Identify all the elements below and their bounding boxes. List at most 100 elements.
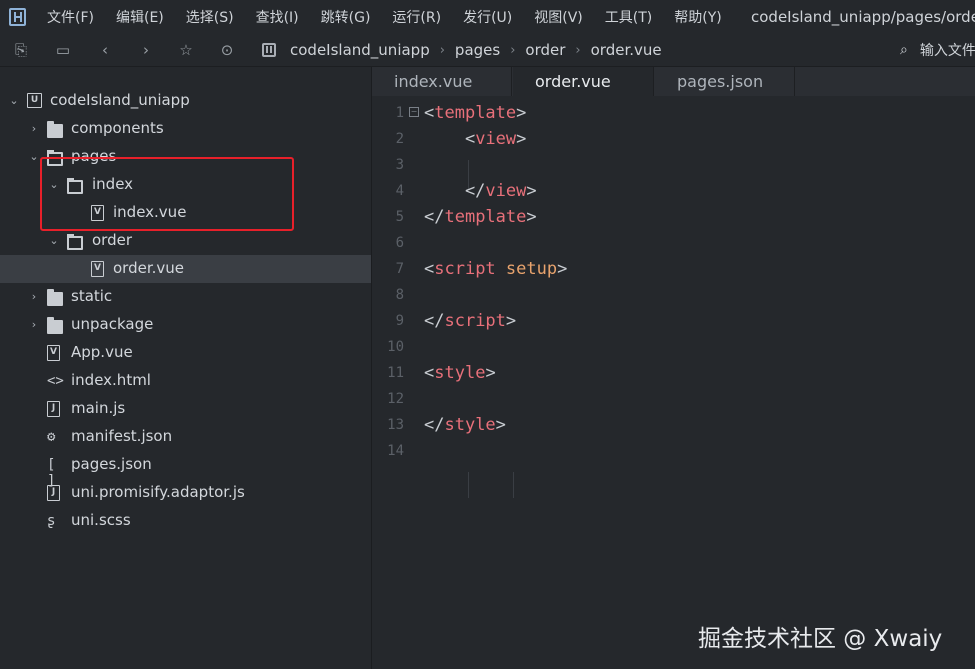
tree-item-uni-promisify-adaptor-js[interactable]: Juni.promisify.adaptor.js	[0, 479, 371, 507]
code-area[interactable]: 1− <template> 2 <view> 3 4 </view> 5 </templat…	[372, 100, 975, 660]
menu-help[interactable]: 帮助(Y)	[674, 7, 721, 27]
search-file-icon: ⌕	[900, 42, 908, 58]
code-line[interactable]: 9 </script>	[372, 308, 975, 334]
tree-item-pages-json[interactable]: [ ] pages.json	[0, 451, 371, 489]
menu-edit[interactable]: 编辑(E)	[116, 7, 164, 27]
chevron-down-icon[interactable]: ⌄	[48, 179, 60, 191]
tree-item-index[interactable]: ⌄ index	[0, 171, 371, 199]
tree-item-label: App.vue	[71, 343, 133, 361]
folder-icon	[47, 121, 63, 138]
folder-icon	[47, 317, 63, 334]
indent-guide	[513, 472, 514, 498]
tree-item-label: index.vue	[113, 203, 187, 221]
code-token: >	[505, 311, 517, 331]
folder-open-icon	[67, 234, 83, 250]
tree-item-order[interactable]: ⌄ order	[0, 227, 371, 255]
tab-pages-json[interactable]: pages.json	[655, 67, 795, 96]
toolbar: ⎘ ▭ ‹ › ☆ ⊙ codeIsland_uniapp › pages › …	[0, 34, 975, 67]
line-number: 3	[395, 157, 404, 173]
chevron-down-icon[interactable]: ⌄	[8, 95, 20, 107]
code-line[interactable]: 12	[372, 386, 975, 412]
run-icon[interactable]: ⊙	[216, 34, 238, 66]
code-token: <	[424, 259, 435, 279]
code-text: <script setup>	[424, 256, 567, 282]
tab-order-vue[interactable]: order.vue	[513, 67, 654, 96]
code-line[interactable]: 8	[372, 282, 975, 308]
code-line[interactable]: 6	[372, 230, 975, 256]
tree-item-label: unpackage	[71, 315, 154, 333]
project-icon: U	[27, 93, 42, 108]
tree-item-main-js[interactable]: Jmain.js	[0, 395, 371, 423]
back-icon[interactable]: ‹	[94, 34, 116, 66]
tree-item-codeisland-uniapp[interactable]: ⌄ UcodeIsland_uniapp	[0, 87, 371, 115]
tree-item-index-vue[interactable]: Vindex.vue	[0, 199, 371, 227]
new-file-icon[interactable]: ⎘	[10, 34, 32, 66]
menu-publish[interactable]: 发行(U)	[463, 7, 512, 27]
code-token: >	[526, 181, 537, 201]
code-token: </	[424, 207, 445, 227]
breadcrumb-item[interactable]: pages	[455, 41, 500, 59]
code-text: </script>	[424, 308, 516, 334]
code-token: <	[424, 129, 476, 149]
hbuilder-logo-icon	[9, 8, 26, 26]
code-line[interactable]: 4 </view>	[372, 178, 975, 204]
code-line[interactable]: 10	[372, 334, 975, 360]
tree-item-uni-scss[interactable]: ʂ uni.scss	[0, 507, 371, 535]
menu-file[interactable]: 文件(F)	[47, 7, 94, 27]
code-text: </view>	[424, 178, 537, 204]
chevron-right-icon[interactable]: ›	[28, 123, 40, 135]
breadcrumb-item[interactable]: order	[525, 41, 565, 59]
project-explorer: ⌄ UcodeIsland_uniapp › components ⌄ pages ⌄ ind…	[0, 67, 372, 669]
breadcrumb-item[interactable]: order.vue	[591, 41, 662, 59]
chevron-down-icon[interactable]: ⌄	[28, 151, 40, 163]
line-number: 13	[387, 417, 404, 433]
chevron-down-icon[interactable]: ⌄	[48, 235, 60, 247]
star-icon[interactable]: ☆	[175, 34, 197, 66]
menu-tools[interactable]: 工具(T)	[605, 7, 652, 27]
tree-item-index-html[interactable]: <> index.html	[0, 367, 371, 395]
code-line[interactable]: 3	[372, 152, 975, 178]
menu-goto[interactable]: 跳转(G)	[321, 7, 371, 27]
code-line[interactable]: 5 </template>	[372, 204, 975, 230]
tree-item-order-vue[interactable]: Vorder.vue	[0, 255, 371, 283]
tab-index-vue[interactable]: index.vue	[372, 67, 512, 96]
manifest-file-icon: ⚙	[47, 429, 56, 445]
vue-file-icon: V	[91, 261, 104, 277]
code-token: >	[495, 415, 506, 435]
code-line[interactable]: 11 <style>	[372, 360, 975, 386]
chevron-right-icon[interactable]: ›	[28, 319, 40, 331]
line-number: 4	[395, 183, 404, 199]
code-line[interactable]: 14	[372, 438, 975, 464]
code-token: </	[424, 181, 486, 201]
menu-items: 文件(F) 编辑(E) 选择(S) 查找(I) 跳转(G) 运行(R) 发行(U…	[47, 0, 744, 34]
line-number: 5	[395, 209, 404, 225]
tree-item-unpackage[interactable]: › unpackage	[0, 311, 371, 339]
search-placeholder: 输入文件名	[919, 43, 975, 59]
code-line[interactable]: 1− <template>	[372, 100, 975, 126]
code-token: >	[516, 129, 527, 149]
file-search-input[interactable]: ⌕ 输入文件名	[900, 34, 975, 66]
fold-toggle-icon[interactable]: −	[409, 107, 419, 117]
tree-item-pages[interactable]: ⌄ pages	[0, 143, 371, 171]
menu-find[interactable]: 查找(I)	[256, 7, 299, 27]
code-line[interactable]: 2 <view>	[372, 126, 975, 152]
vue-file-icon: V	[47, 345, 60, 361]
line-number: 12	[387, 391, 404, 407]
menu-run[interactable]: 运行(R)	[392, 7, 441, 27]
tree-item-app-vue[interactable]: V App.vue	[0, 339, 371, 367]
chevron-right-icon[interactable]: ›	[28, 291, 40, 303]
tree-item-label: main.js	[71, 399, 126, 417]
html-file-icon: <>	[47, 373, 64, 389]
tree-item-manifest-json[interactable]: ⚙ manifest.json	[0, 423, 371, 451]
code-line[interactable]: 7 <script setup>	[372, 256, 975, 282]
menu-select[interactable]: 选择(S)	[186, 7, 234, 27]
save-icon[interactable]: ▭	[52, 34, 74, 66]
breadcrumb-item[interactable]: codeIsland_uniapp	[290, 41, 430, 59]
tree-item-static[interactable]: › static	[0, 283, 371, 311]
menu-view[interactable]: 视图(V)	[534, 7, 583, 27]
code-text: <template>	[424, 100, 526, 126]
code-token: setup	[505, 259, 558, 279]
code-line[interactable]: 13 </style>	[372, 412, 975, 438]
forward-icon[interactable]: ›	[135, 34, 157, 66]
tree-item-components[interactable]: › components	[0, 115, 371, 143]
